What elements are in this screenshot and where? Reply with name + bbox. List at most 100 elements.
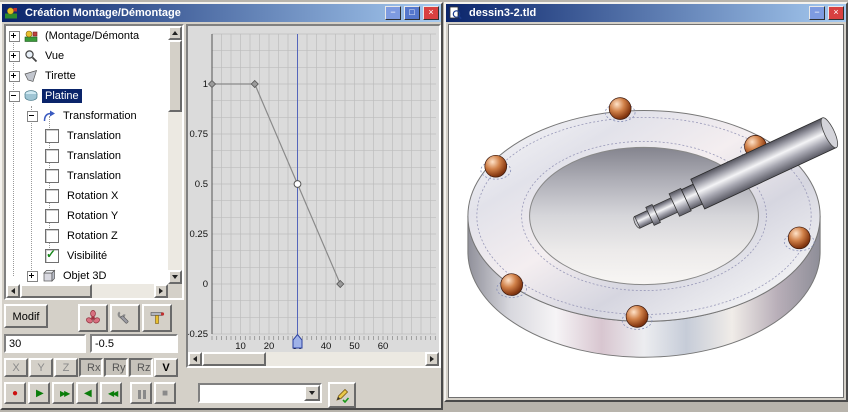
stop-button[interactable]: ■	[154, 382, 176, 404]
tree-item-tirette[interactable]: Tirette	[6, 66, 168, 86]
svg-text:0.5: 0.5	[195, 179, 208, 190]
collapse-icon[interactable]	[27, 111, 38, 122]
param-value-input[interactable]	[90, 334, 178, 353]
cad-viewport[interactable]	[448, 24, 844, 398]
chevron-down-icon	[309, 391, 315, 395]
pause-icon	[138, 390, 146, 399]
vscroll-thumb[interactable]	[168, 40, 182, 112]
animation-combobox[interactable]	[198, 383, 322, 403]
scroll-down-button[interactable]	[168, 270, 182, 284]
tree-item-visibilite[interactable]: Visibilité	[6, 246, 168, 266]
hscroll-thumb[interactable]	[202, 352, 266, 366]
svg-text:40: 40	[321, 341, 332, 352]
checkbox[interactable]	[45, 189, 59, 203]
combobox-dropdown-button[interactable]	[304, 385, 320, 401]
scroll-right-button[interactable]	[425, 352, 439, 366]
checkbox[interactable]	[45, 149, 59, 163]
scroll-up-button[interactable]	[168, 26, 182, 40]
play-button[interactable]: ▶	[28, 382, 50, 404]
svg-text:1: 1	[203, 79, 208, 90]
edit-button[interactable]	[328, 382, 356, 408]
bolt-sphere	[609, 98, 631, 120]
play-reverse-button[interactable]: ◀	[76, 382, 98, 404]
drawing-window: dessin3-2.tld − ×	[444, 2, 848, 402]
document-magnifier-icon	[448, 6, 462, 20]
tree-item-label: Translation	[64, 149, 124, 163]
svg-text:0.25: 0.25	[190, 229, 209, 240]
timeline-chart[interactable]: 10.750.50.250-0.25102030405060	[188, 26, 439, 352]
tree-item-rotation-z[interactable]: Rotation Z	[6, 226, 168, 246]
axis-z-button[interactable]: Z	[54, 358, 78, 377]
bolt-sphere	[626, 305, 648, 327]
tree-item-label: Platine	[42, 89, 82, 103]
tree-item-label: Rotation Z	[64, 229, 121, 243]
tree-item-translation-y[interactable]: Translation	[6, 146, 168, 166]
timeline-hscrollbar[interactable]	[188, 352, 439, 366]
svg-text:0: 0	[203, 279, 208, 290]
expand-icon[interactable]	[9, 31, 20, 42]
arrow-up-icon	[172, 31, 178, 35]
collapse-icon[interactable]	[9, 91, 20, 102]
svg-text:0.75: 0.75	[190, 129, 209, 140]
montage-titlebar[interactable]: Création Montage/Démontage − □ ×	[2, 4, 441, 22]
tree-hscrollbar[interactable]	[6, 284, 168, 298]
pin-tool-button[interactable]	[142, 304, 172, 332]
drawing-titlebar[interactable]: dessin3-2.tld − ×	[446, 4, 846, 22]
axis-x-button[interactable]: X	[4, 358, 28, 377]
checkbox[interactable]	[45, 169, 59, 183]
tree-item-objet3d[interactable]: Objet 3D	[6, 266, 168, 284]
wrench-tool-button[interactable]	[110, 304, 140, 332]
app-icon	[4, 6, 18, 20]
assembly-icon	[24, 29, 38, 43]
checkbox-checked[interactable]	[45, 249, 59, 263]
axis-v-button[interactable]: V	[154, 358, 178, 377]
rewind-button[interactable]: ◀◀	[100, 382, 122, 404]
record-button[interactable]: ●	[4, 382, 26, 404]
object3d-icon	[42, 269, 56, 283]
axis-y-button[interactable]: Y	[29, 358, 53, 377]
close-button[interactable]: ×	[423, 6, 439, 20]
wrench-icon	[117, 310, 133, 326]
checkbox[interactable]	[45, 129, 59, 143]
scroll-right-button[interactable]	[154, 284, 168, 298]
tree-item-montage[interactable]: (Montage/Démonta	[6, 26, 168, 46]
expand-icon[interactable]	[27, 271, 38, 282]
tree-item-translation-z[interactable]: Translation	[6, 166, 168, 186]
pause-button[interactable]	[130, 382, 152, 404]
axis-rx-button[interactable]: Rx	[79, 358, 103, 377]
close-button[interactable]: ×	[828, 6, 844, 20]
tree-item-rotation-y[interactable]: Rotation Y	[6, 206, 168, 226]
checkbox[interactable]	[45, 209, 59, 223]
bolt-sphere	[501, 274, 523, 296]
expand-icon[interactable]	[9, 71, 20, 82]
fan-icon	[85, 310, 101, 326]
maximize-button[interactable]: □	[404, 6, 420, 20]
tree-item-platine[interactable]: Platine	[6, 86, 168, 106]
bolt-sphere	[788, 227, 810, 249]
tree-item-label: Translation	[64, 129, 124, 143]
checkbox[interactable]	[45, 229, 59, 243]
hscroll-thumb[interactable]	[20, 284, 92, 298]
svg-text:20: 20	[264, 341, 275, 352]
expand-icon[interactable]	[9, 51, 20, 62]
axis-rz-button[interactable]: Rz	[129, 358, 153, 377]
tree-item-transformation[interactable]: Transformation	[6, 106, 168, 126]
svg-text:60: 60	[378, 341, 389, 352]
modif-button[interactable]: Modif	[4, 304, 48, 328]
time-input[interactable]	[4, 334, 86, 353]
scroll-left-button[interactable]	[188, 352, 202, 366]
tree-item-vue[interactable]: Vue	[6, 46, 168, 66]
tree-item-rotation-x[interactable]: Rotation X	[6, 186, 168, 206]
minimize-button[interactable]: −	[809, 6, 825, 20]
current-value-marker[interactable]	[294, 181, 301, 188]
scroll-left-button[interactable]	[6, 284, 20, 298]
minimize-button[interactable]: −	[385, 6, 401, 20]
axis-ry-button[interactable]: Ry	[104, 358, 128, 377]
tree-vscrollbar[interactable]	[168, 26, 182, 284]
tree-item-translation-x[interactable]: Translation	[6, 126, 168, 146]
tree-item-label: Transformation	[60, 109, 140, 123]
tree-item-label: Tirette	[42, 69, 79, 83]
svg-text:50: 50	[349, 341, 360, 352]
fast-forward-button[interactable]: ▶▶	[52, 382, 74, 404]
fan-tool-button[interactable]	[78, 304, 108, 332]
